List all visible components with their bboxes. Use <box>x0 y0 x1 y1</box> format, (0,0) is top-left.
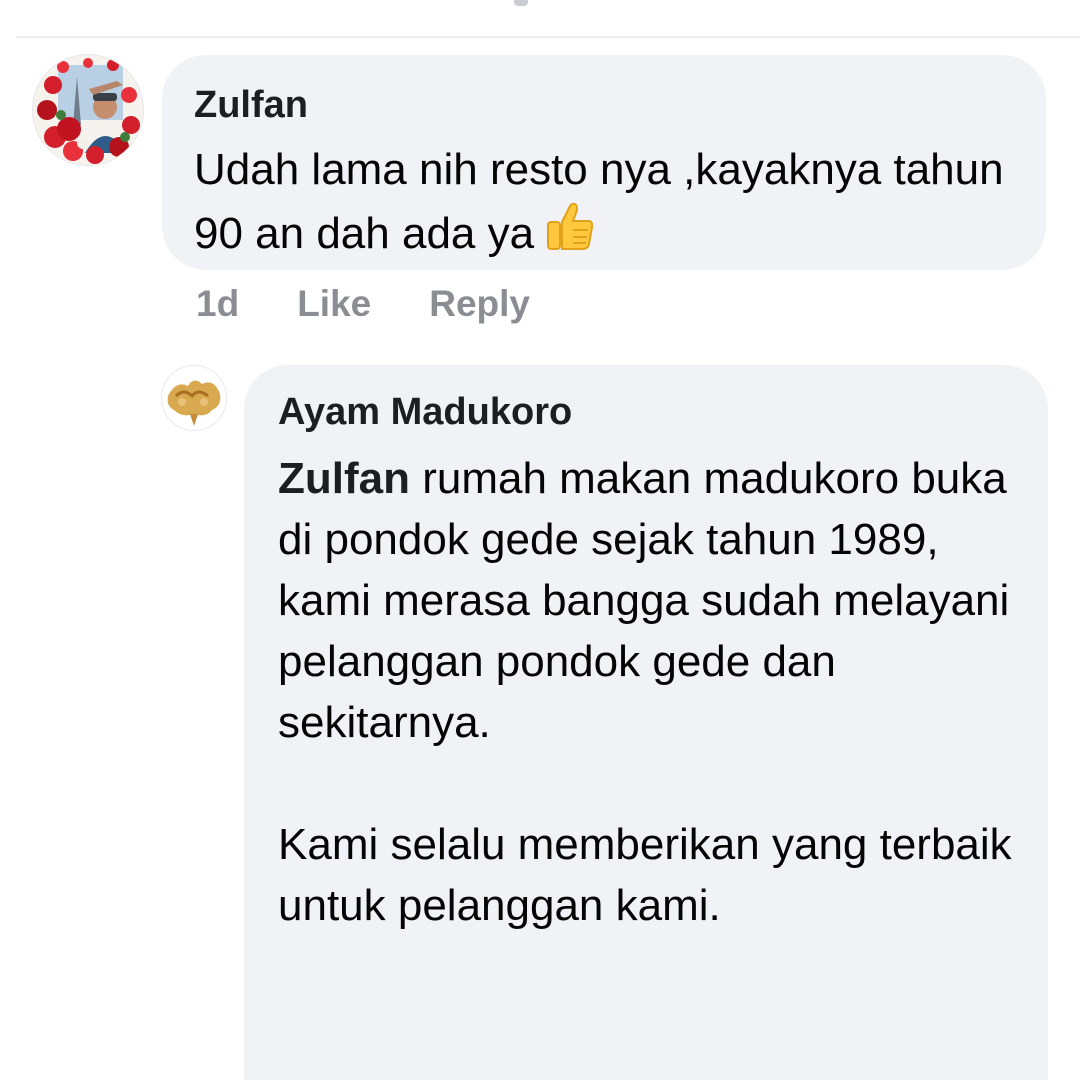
comment-timestamp[interactable]: 1d <box>196 282 239 326</box>
reply-text-content: rumah makan madukoro buka di pondok gede… <box>278 454 1012 930</box>
comment-text: Udah lama nih resto nya ,kayaknya tahun … <box>194 139 1014 264</box>
avatar-image <box>162 366 226 430</box>
comment-thread: Zulfan Udah lama nih resto nya ,kayaknya… <box>0 0 1080 1080</box>
reply-avatar[interactable] <box>162 366 226 430</box>
avatar[interactable] <box>33 55 143 165</box>
reply-button[interactable]: Reply <box>429 282 530 326</box>
thumbs-up-icon <box>542 200 596 254</box>
reply-author[interactable]: Ayam Madukoro <box>278 390 1016 434</box>
comment-bubble: Zulfan Udah lama nih resto nya ,kayaknya… <box>162 55 1046 270</box>
reply-text: Zulfan rumah makan madukoro buka di pond… <box>278 448 1018 936</box>
mention-link[interactable]: Zulfan <box>278 454 410 503</box>
comment-author[interactable]: Zulfan <box>194 83 1014 127</box>
avatar-image <box>33 55 143 165</box>
comment-text-content: Udah lama nih resto nya ,kayaknya tahun … <box>194 145 1004 258</box>
comment-actions: 1d Like Reply <box>196 282 588 326</box>
divider <box>16 36 1080 38</box>
reply-bubble: Ayam Madukoro Zulfan rumah makan madukor… <box>244 365 1048 1080</box>
like-button[interactable]: Like <box>297 282 371 326</box>
top-indicator <box>514 0 528 6</box>
